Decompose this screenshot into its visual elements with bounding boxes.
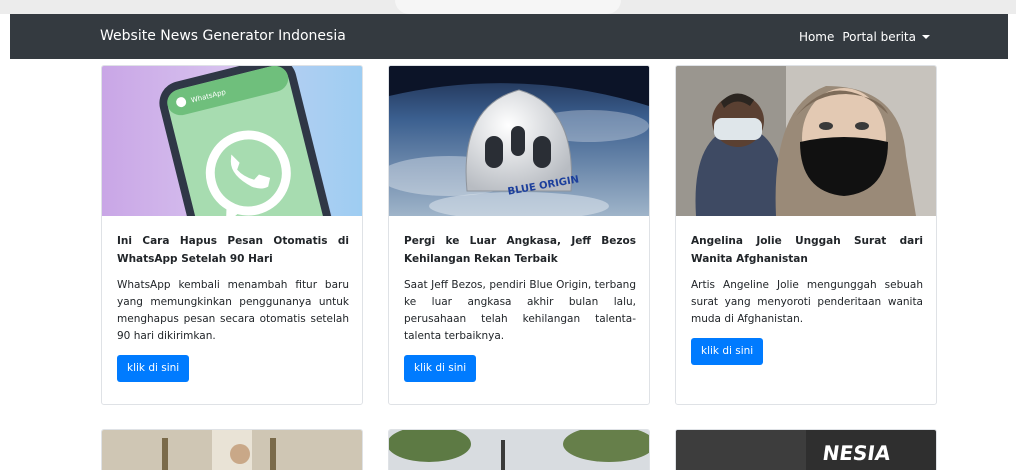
news-card-row2-1 [101, 429, 363, 470]
row2-image-2 [389, 430, 649, 470]
read-more-button[interactable]: klik di sini [117, 355, 190, 382]
card-body: Pergi ke Luar Angkasa, Jeff Bezos Kehila… [404, 232, 636, 382]
nav-portal-label: Portal berita [842, 29, 916, 44]
card-body: Angelina Jolie Unggah Surat dari Wanita … [691, 232, 923, 365]
card-title[interactable]: Pergi ke Luar Angkasa, Jeff Bezos Kehila… [404, 232, 636, 268]
news-card-row2-3: NESIA [675, 429, 937, 470]
card-title[interactable]: Ini Cara Hapus Pesan Otomatis di WhatsAp… [117, 232, 349, 268]
top-shade-highlight [395, 0, 621, 14]
navbar-brand[interactable]: Website News Generator Indonesia [100, 14, 346, 59]
row2-partial-text: NESIA [821, 441, 892, 465]
whatsapp-phone-illustration: WhatsApp [102, 66, 362, 216]
angelina-jolie-image [676, 66, 936, 216]
card-title[interactable]: Angelina Jolie Unggah Surat dari Wanita … [691, 232, 923, 268]
card-text: WhatsApp kembali menambah fitur baru yan… [117, 279, 349, 342]
row2-image-3: NESIA [676, 430, 936, 470]
masked-people-photo [676, 66, 936, 216]
card-text: Saat Jeff Bezos, pendiri Blue Origin, te… [404, 279, 636, 342]
news-card-whatsapp: WhatsApp Ini Cara Hapus Pesan Otomatis d… [101, 65, 363, 405]
card-body: Ini Cara Hapus Pesan Otomatis di WhatsAp… [117, 232, 349, 382]
read-more-button[interactable]: klik di sini [404, 355, 477, 382]
whatsapp-image: WhatsApp [102, 66, 362, 216]
news-card-blue-origin: BLUE ORIGIN Pergi ke Luar Angkasa, Jeff … [388, 65, 650, 405]
row2-image-1 [102, 430, 362, 470]
read-more-button[interactable]: klik di sini [691, 338, 764, 365]
blue-origin-image: BLUE ORIGIN [389, 66, 649, 216]
card-text: Artis Angeline Jolie mengunggah sebuah s… [691, 279, 923, 325]
news-card-row2-2 [388, 429, 650, 470]
news-card-angelina-jolie: Angelina Jolie Unggah Surat dari Wanita … [675, 65, 937, 405]
nav-links: Home Portal berita [799, 14, 930, 59]
caret-down-icon [922, 35, 930, 39]
navbar: Website News Generator Indonesia Home Po… [10, 14, 1008, 59]
space-capsule-illustration: BLUE ORIGIN [389, 66, 649, 216]
nav-portal-dropdown[interactable]: Portal berita [842, 30, 930, 44]
nav-home-link[interactable]: Home [799, 30, 834, 44]
